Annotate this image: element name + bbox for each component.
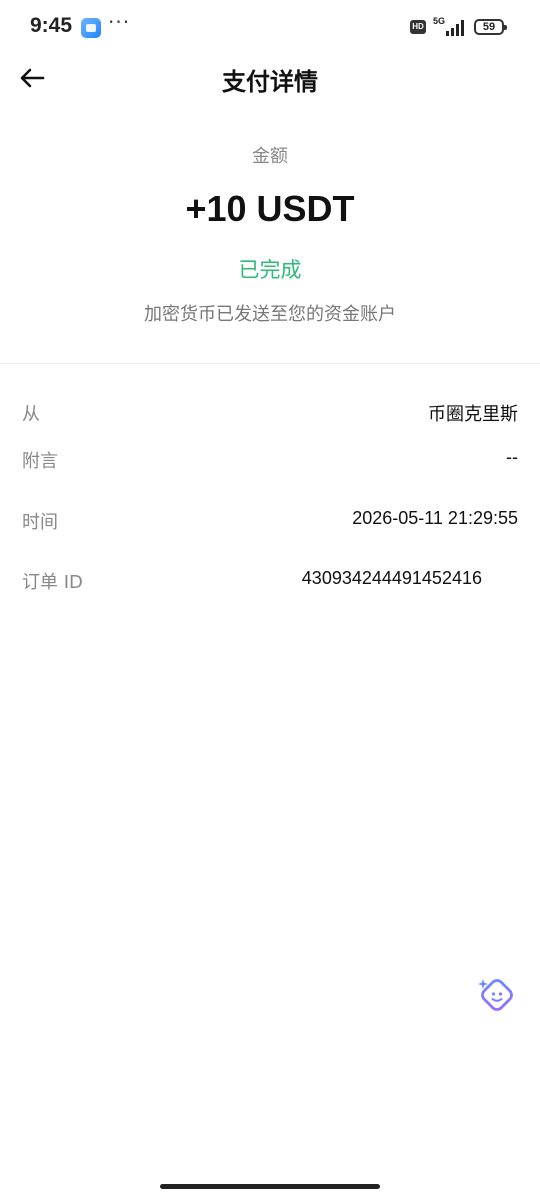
detail-label: 时间: [22, 512, 58, 533]
detail-row-from: 从 币圈克里斯: [22, 400, 518, 430]
amount-label: 金额: [252, 146, 288, 167]
amount-value: +10 USDT: [185, 188, 355, 229]
hd-voice-icon: HD: [410, 20, 426, 34]
battery-icon: 59: [474, 19, 507, 35]
status-bar: 9:45 ··· HD 5G 59: [0, 0, 540, 56]
smart-assistant-icon[interactable]: [476, 974, 516, 1014]
section-divider: [0, 363, 540, 364]
detail-label: 订单 ID: [22, 572, 83, 593]
detail-row-note: 附言 --: [22, 447, 518, 477]
detail-label: 附言: [22, 451, 58, 472]
header: 支付详情: [0, 56, 540, 102]
note-value: --: [506, 447, 518, 467]
detail-label: 从: [22, 404, 40, 425]
signal-strength-icon: [446, 20, 464, 36]
detail-row-order-id: 订单 ID 430934244491452416: [22, 568, 518, 598]
more-notifications-icon: ···: [108, 10, 131, 34]
status-description: 加密货币已发送至您的资金账户: [144, 304, 396, 325]
status-time: 9:45: [30, 14, 73, 37]
home-indicator[interactable]: [160, 1184, 380, 1189]
payment-detail-screen: 9:45 ··· HD 5G 59 支付详情 金额 +10 USDT 已完成 加…: [0, 0, 540, 1200]
time-value: 2026-05-11 21:29:55: [352, 508, 518, 528]
page-title: 支付详情: [222, 68, 318, 96]
app-notification-icon: [81, 18, 101, 38]
order-id-value[interactable]: 430934244491452416: [302, 568, 482, 589]
sender-name: 币圈克里斯: [428, 404, 518, 424]
payment-status: 已完成: [238, 258, 302, 282]
detail-row-time: 时间 2026-05-11 21:29:55: [22, 508, 518, 538]
